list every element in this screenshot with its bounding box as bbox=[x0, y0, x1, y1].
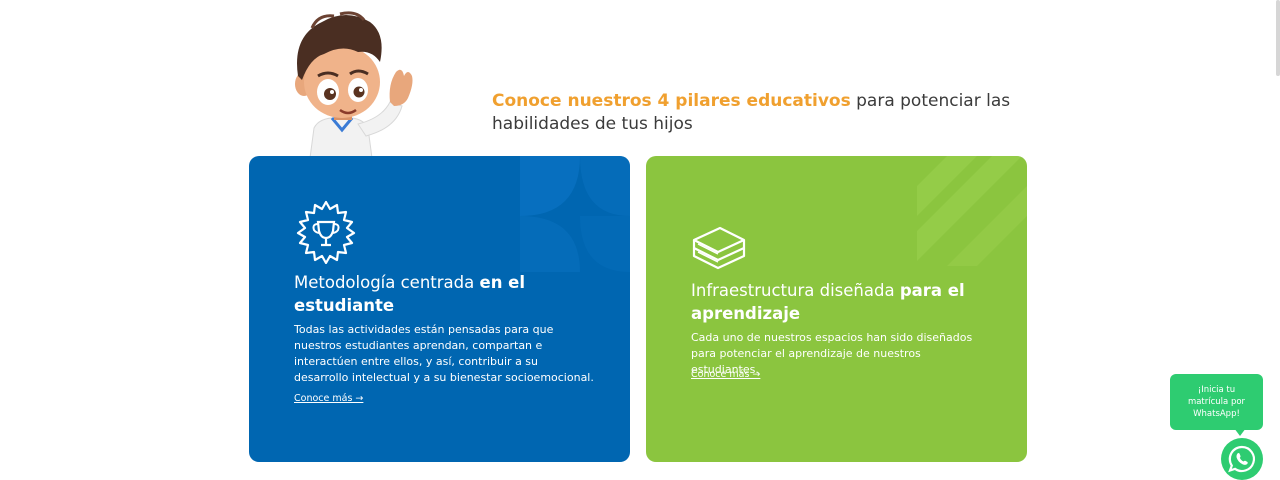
whatsapp-cta-text: ¡Inicia tu matrícula por WhatsApp! bbox=[1187, 385, 1246, 419]
card-title: Infraestructura diseñada para el aprendi… bbox=[691, 279, 981, 325]
section-heading: Conoce nuestros 4 pilares educativos par… bbox=[492, 90, 1052, 136]
heading-accent: Conoce nuestros 4 pilares educativos bbox=[492, 91, 851, 111]
card-decoration bbox=[917, 156, 1027, 266]
learn-more-link[interactable]: Conoce más → bbox=[691, 369, 760, 380]
books-icon bbox=[692, 226, 746, 270]
card-title: Metodología centrada en el estudiante bbox=[294, 271, 594, 317]
card-decoration bbox=[520, 156, 630, 272]
whatsapp-cta-bubble[interactable]: ¡Inicia tu matrícula por WhatsApp! bbox=[1170, 374, 1263, 430]
scrollbar[interactable] bbox=[1276, 0, 1280, 76]
learn-more-link[interactable]: Conoce más → bbox=[294, 393, 363, 404]
boy-mascot-illustration bbox=[295, 11, 413, 158]
trophy-badge-icon bbox=[296, 200, 356, 264]
whatsapp-bubble-tail bbox=[1234, 428, 1246, 436]
card-title-normal: Metodología centrada bbox=[294, 273, 480, 292]
card-description: Todas las actividades están pensadas par… bbox=[294, 323, 594, 384]
card-title-normal: Infraestructura diseñada bbox=[691, 281, 900, 300]
whatsapp-button[interactable] bbox=[1221, 438, 1263, 480]
pillar-card-infrastructure: Infraestructura diseñada para el aprendi… bbox=[646, 156, 1027, 462]
pillar-card-methodology: Metodología centrada en el estudiante To… bbox=[249, 156, 630, 462]
